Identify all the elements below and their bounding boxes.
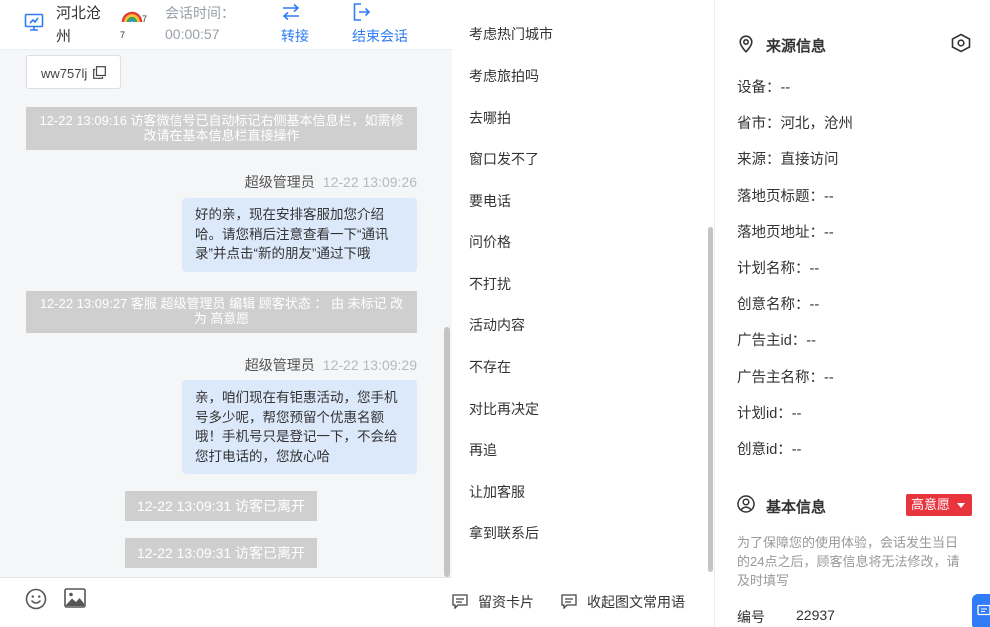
visitor-left-note: 12-22 13:09:31 访客已离开 [125,491,317,521]
quick-reply-item[interactable]: 活动内容 [469,315,525,335]
sender-name: 超级管理员 [244,357,315,373]
source-info-row: 来源：直接访问 [737,152,839,169]
quick-reply-item[interactable]: 让加客服 [469,482,525,502]
customer-id-value: 22937 [796,607,835,623]
edit-deadline-note: 为了保障您的使用体验，会话发生当日的24点之后，顾客信息将无法修改，请及时填写 [737,535,960,588]
message-sender: 超级管理员 12-22 13:09:26 [245,172,417,192]
source-info-row: 创意id：-- [737,442,802,458]
quick-reply-item[interactable]: 要电话 [469,191,511,211]
exit-icon [353,3,371,21]
chat-toolbar [0,577,452,627]
locate-target-icon[interactable] [951,33,971,53]
source-info-title: 来源信息 [766,38,827,55]
customer-info-panel: 来源信息 设备：-- 省市：河北，沧州 来源：直接访问 落地页标题：-- 落地页地址：-… [715,0,990,627]
message-time: 12-22 13:09:29 [322,357,417,373]
customer-id-label: 编号 [737,609,765,625]
wechat-id-chip[interactable]: ww757lj [26,55,121,89]
quick-reply-item[interactable]: 不存在 [469,357,511,377]
message-card-icon [452,594,468,609]
message-card-icon [561,594,577,609]
quick-reply-item[interactable]: 拿到联系后 [469,523,539,543]
agent-message-bubble: 好的亲，现在安排客服加您介绍哈。请您稍后注意查看一下“通讯录”并点击“新的朋友”… [182,198,417,272]
source-info-row: 设备：-- [737,80,791,96]
message-time: 12-22 13:09:26 [322,174,417,190]
quick-reply-item[interactable]: 窗口发不了 [469,149,539,169]
basic-info-title: 基本信息 [766,499,827,516]
rainbow-count-sub: 7 [120,30,126,40]
source-info-row: 创意名称：-- [737,297,820,314]
source-info-row: 计划名称：-- [737,261,820,277]
session-time-label: 会话时间： [165,5,235,21]
system-note: 12-22 13:09:27 客服 超级管理员 编辑 顾客状态 ： 由 未标记 … [26,291,417,333]
monitor-icon [24,13,44,31]
source-info-row: 广告主名称：-- [737,369,834,386]
chat-panel: 河北沧州 7 7 会话时间： 00:00:57 转接 结束会话 ww757lj … [0,0,452,627]
intent-status-dropdown[interactable]: 高意愿 [906,494,972,516]
rainbow-icon [121,11,143,23]
source-info-row: 计划id：-- [737,405,802,422]
chat-icon [977,604,990,616]
transfer-icon [282,3,300,21]
image-icon[interactable] [64,588,86,608]
collapse-phrases-label: 收起图文常用语 [587,594,685,610]
quick-reply-item[interactable]: 考虑热门城市 [469,24,553,44]
emoji-icon[interactable] [25,588,47,610]
visitor-left-note: 12-22 13:09:31 访客已离开 [125,538,317,568]
rainbow-count-sup: 7 [142,14,148,24]
message-sender: 超级管理员 12-22 13:09:29 [245,355,417,375]
quick-reply-item[interactable]: 再追 [469,440,497,460]
source-info-row: 省市：河北，沧州 [737,116,853,133]
chat-header: 河北沧州 7 7 会话时间： 00:00:57 转接 结束会话 [0,0,452,50]
visitor-location: 河北沧州 [56,5,102,45]
sender-name: 超级管理员 [244,174,315,190]
wechat-id-text: ww757lj [41,66,88,81]
quick-reply-scrollbar[interactable] [708,227,713,572]
intent-status-label: 高意愿 [911,497,951,512]
quick-reply-footer: 留资卡片 收起图文常用语 [452,577,714,627]
lead-card-label: 留资卡片 [478,594,534,610]
quick-reply-item[interactable]: 问价格 [469,232,511,252]
quick-reply-panel: 考虑热门城市 考虑旅拍吗去哪拍窗口发不了要电话问价格不打扰活动内容不存在对比再决定… [452,0,715,627]
floating-chat-button[interactable] [972,594,990,627]
quick-reply-item[interactable]: 考虑旅拍吗 [469,66,539,86]
user-circle-icon [737,495,755,513]
quick-reply-item[interactable]: 对比再决定 [469,399,539,419]
quick-reply-item[interactable]: 不打扰 [469,274,511,294]
source-info-row: 广告主id：-- [737,333,816,350]
source-info-row: 落地页标题：-- [737,188,834,205]
caret-down-icon [957,503,965,508]
chat-messages[interactable]: ww757lj 12-22 13:09:16 访客微信号已自动标记右侧基本信息栏… [0,50,452,577]
session-time-value: 00:00:57 [165,26,220,42]
agent-message-bubble: 亲，咱们现在有钜惠活动，您手机号多少呢，帮您预留个优惠名额哦！手机号只是登记一下… [182,380,417,474]
chat-scrollbar[interactable] [444,327,450,577]
end-session-label: 结束会话 [352,28,408,44]
source-info-row: 落地页地址：-- [737,224,834,241]
location-pin-icon [739,35,753,53]
quick-reply-item[interactable]: 去哪拍 [469,108,511,128]
copy-icon[interactable] [93,66,106,79]
system-note: 12-22 13:09:16 访客微信号已自动标记右侧基本信息栏，如需修改请在基… [26,107,417,150]
transfer-label: 转接 [281,28,309,44]
